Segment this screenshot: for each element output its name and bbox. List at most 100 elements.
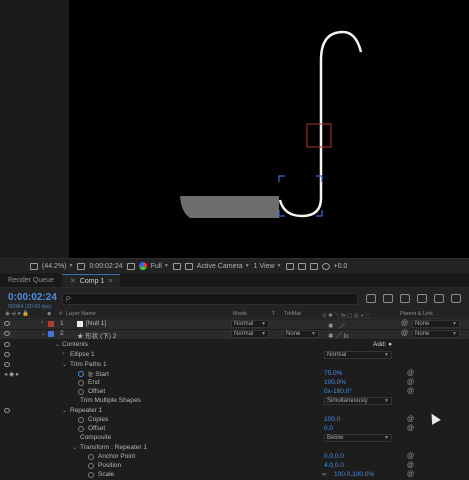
end-value[interactable]: 100.0%	[324, 379, 346, 386]
transparency-grid-button[interactable]	[77, 262, 86, 270]
parent-dropdown[interactable]: None ▼	[412, 320, 460, 328]
frame-blending-icon[interactable]	[417, 294, 427, 303]
link-icon[interactable]: ∞	[322, 471, 327, 478]
timeline-toggle-button[interactable]	[297, 262, 306, 270]
fast-previews-button[interactable]	[285, 262, 294, 270]
shy-layers-icon[interactable]	[400, 294, 410, 303]
pickwhip-icon[interactable]: @	[407, 388, 414, 395]
stopwatch-icon[interactable]	[78, 371, 84, 377]
stopwatch-icon[interactable]	[88, 454, 94, 460]
label-color-swatch[interactable]	[48, 321, 54, 327]
column-layer-name[interactable]: Layer Name	[66, 311, 96, 317]
prop-trim-paths[interactable]: ⌄ Trim Paths 1	[0, 361, 469, 370]
pickwhip-icon[interactable]: @	[407, 453, 414, 460]
chevron-right-icon[interactable]: ›	[41, 320, 43, 326]
offset-value[interactable]: 0x-180.0°	[324, 388, 352, 395]
stopwatch-icon[interactable]	[78, 389, 84, 395]
exposure-value[interactable]: +0.0	[334, 263, 348, 270]
chevron-right-icon[interactable]: ›	[62, 351, 64, 357]
pickwhip-icon[interactable]: @	[407, 416, 414, 423]
prop-position[interactable]: Position 4.0,0.0 @	[0, 462, 469, 471]
prop-end[interactable]: End 100.0% @	[0, 379, 469, 388]
prop-contents[interactable]: ⌄ Contents Add: ●	[0, 341, 469, 350]
prop-repeater-offset[interactable]: Offset 0.0 @	[0, 425, 469, 434]
composition-mini-flowchart-icon[interactable]	[366, 294, 376, 303]
stopwatch-icon[interactable]	[88, 472, 94, 478]
prop-transform-repeater[interactable]: ⌄ Transform : Repeater 1	[0, 444, 469, 453]
eye-icon[interactable]	[4, 342, 10, 347]
stopwatch-icon[interactable]	[88, 463, 94, 469]
color-channels-button[interactable]	[138, 262, 147, 270]
layer-search-input[interactable]: ρ·	[62, 293, 358, 305]
close-icon[interactable]: ✕	[70, 277, 76, 285]
chevron-down-icon[interactable]: ⌄	[55, 341, 60, 348]
tab-comp-1[interactable]: ✕ Comp 1 ≡	[61, 274, 121, 287]
chevron-down-icon[interactable]: ⌄	[72, 444, 77, 451]
trim-multiple-dropdown[interactable]: Simultaneously ▼	[324, 397, 392, 405]
position-value[interactable]: 4.0,0.0	[324, 462, 344, 469]
exposure-reset-button[interactable]	[321, 262, 330, 270]
layer-row-null[interactable]: › 1 [Null 1] Normal ▼ ✱ ／ @ None ▼	[0, 320, 469, 330]
label-color-swatch[interactable]	[48, 331, 54, 337]
views-dropdown[interactable]: 1 View ▼	[254, 263, 282, 270]
stopwatch-icon[interactable]	[78, 426, 84, 432]
current-time-display[interactable]: 0:00:02:24	[8, 292, 57, 303]
flowchart-button[interactable]	[309, 262, 318, 270]
zoom-dropdown[interactable]: (44.2%) ▼	[42, 263, 73, 270]
pickwhip-icon[interactable]: @	[401, 330, 408, 337]
prop-anchor-point[interactable]: Anchor Point 0.0,0.0 @	[0, 453, 469, 462]
pickwhip-icon[interactable]: @	[407, 425, 414, 432]
toggle-transparency-button[interactable]	[184, 262, 193, 270]
toggle-grid-button[interactable]	[30, 262, 38, 270]
viewer-timecode[interactable]: 0:00:02:24	[89, 263, 122, 270]
layer-switches[interactable]: ✱ ／	[328, 320, 345, 330]
tab-render-queue[interactable]: Render Queue	[0, 274, 62, 287]
snapshot-button[interactable]	[126, 262, 135, 270]
prop-composite[interactable]: Composite Below ▼	[0, 434, 469, 443]
layer-row-shape[interactable]: ⌄ 2 ★ 形状 (下) 2 Normal ▼ None ▼ ✱ ／ fx @ No…	[0, 330, 469, 340]
pickwhip-icon[interactable]: @	[407, 471, 414, 478]
composite-dropdown[interactable]: Below ▼	[324, 434, 392, 442]
eye-icon[interactable]	[4, 362, 10, 367]
chevron-down-icon[interactable]: ⌄	[62, 361, 67, 368]
layer-name[interactable]: ★ 形状 (下) 2	[77, 330, 116, 340]
stopwatch-icon[interactable]	[78, 417, 84, 423]
blend-mode-dropdown[interactable]: Normal ▼	[231, 330, 269, 338]
copies-value[interactable]: 100.0	[324, 416, 340, 423]
stopwatch-icon[interactable]	[78, 380, 84, 386]
repeater-offset-value[interactable]: 0.0	[324, 425, 333, 432]
region-of-interest-button[interactable]	[172, 262, 181, 270]
camera-dropdown[interactable]: Active Camera ▼	[197, 263, 250, 270]
resolution-dropdown[interactable]: Full ▼	[151, 263, 169, 270]
motion-blur-icon[interactable]	[434, 294, 444, 303]
prop-scale[interactable]: Scale ∞ 100.0,100.0% @	[0, 471, 469, 480]
pickwhip-icon[interactable]: @	[407, 370, 414, 377]
chevron-down-icon[interactable]: ⌄	[62, 407, 67, 414]
prop-repeater[interactable]: ⌄ Repeater 1	[0, 407, 469, 416]
eye-icon[interactable]	[4, 321, 10, 326]
chevron-down-icon[interactable]: ⌄	[41, 330, 46, 337]
keyframe-navigator[interactable]: ◂ ◆ ▸	[4, 370, 19, 378]
pickwhip-icon[interactable]: @	[407, 379, 414, 386]
pickwhip-icon[interactable]: @	[401, 320, 408, 327]
prop-offset[interactable]: Offset 0x-180.0° @	[0, 388, 469, 397]
prop-trim-multiple[interactable]: Trim Multiple Shapes Simultaneously ▼	[0, 397, 469, 406]
eye-icon[interactable]	[4, 331, 10, 336]
prop-ellipse[interactable]: › Ellipse 1 Normal ▼	[0, 351, 469, 360]
scale-value[interactable]: 100.0,100.0%	[334, 471, 374, 478]
blend-mode-dropdown[interactable]: Normal ▼	[231, 320, 269, 328]
parent-dropdown[interactable]: None ▼	[412, 330, 460, 338]
layer-name[interactable]: [Null 1]	[77, 320, 106, 327]
prop-copies[interactable]: Copies 100.0 @	[0, 416, 469, 425]
graph-editor-icon[interactable]	[451, 294, 461, 303]
prop-start[interactable]: ◂ ◆ ▸ ⊵ Start 75.0% @	[0, 370, 469, 379]
pickwhip-icon[interactable]: @	[407, 462, 414, 469]
eye-icon[interactable]	[4, 352, 10, 357]
menu-icon[interactable]: ≡	[108, 278, 112, 285]
eye-icon[interactable]	[4, 408, 10, 413]
anchor-point-value[interactable]: 0.0,0.0	[324, 453, 344, 460]
draft-3d-icon[interactable]	[383, 294, 393, 303]
ellipse-blend-dropdown[interactable]: Normal ▼	[324, 351, 392, 359]
start-value[interactable]: 75.0%	[324, 370, 342, 377]
trkmat-dropdown[interactable]: None ▼	[283, 330, 319, 338]
